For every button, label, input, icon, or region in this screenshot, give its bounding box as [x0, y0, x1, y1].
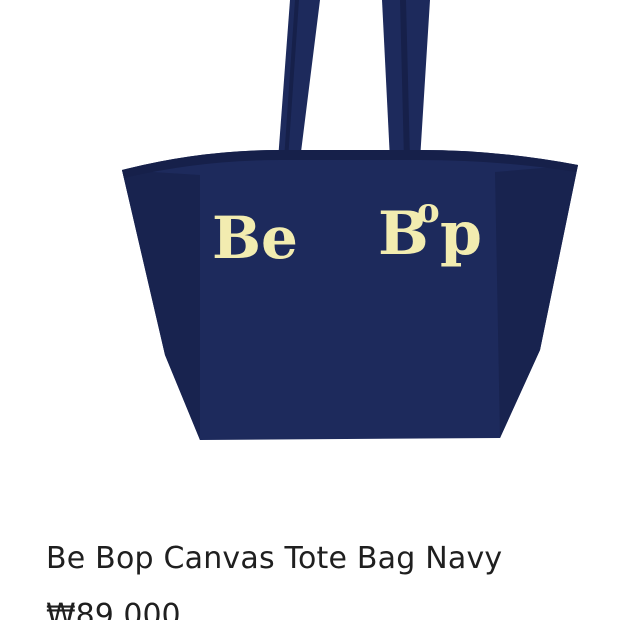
product-card[interactable]: Be B o p Be Bop Canvas Tote Bag Navy ₩89… — [0, 0, 620, 620]
bag-handle-left — [278, 0, 320, 160]
bag-print-p: p — [440, 199, 482, 269]
product-name[interactable]: Be Bop Canvas Tote Bag Navy — [46, 538, 502, 580]
product-image[interactable]: Be B o p — [0, 0, 620, 500]
tote-bag-illustration: Be B o p — [122, 0, 578, 440]
bag-gusset-left — [122, 170, 200, 440]
bag-print-be: Be — [212, 204, 298, 272]
product-price: ₩89,000 — [46, 598, 181, 620]
bag-print-o: o — [417, 191, 440, 231]
bag-gusset-right — [495, 165, 578, 438]
